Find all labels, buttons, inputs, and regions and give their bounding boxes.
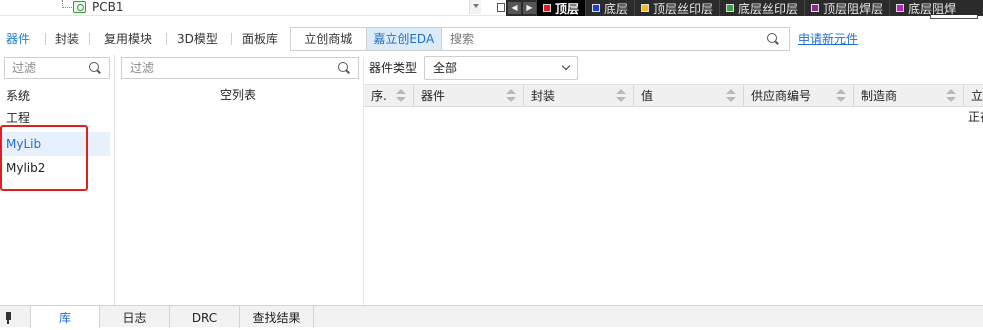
column-header-supplier-part[interactable]: 供应商编号 xyxy=(744,85,854,107)
tab-find-results[interactable]: 查找结果 xyxy=(240,306,314,328)
source-jlc-eda[interactable]: 嘉立创EDA xyxy=(365,28,441,50)
empty-list-text: 空列表 xyxy=(220,88,257,102)
sort-icon[interactable] xyxy=(836,89,846,103)
column-header-manufacturer[interactable]: 制造商 xyxy=(854,85,964,107)
sidebar-item-mylib2[interactable]: Mylib2 xyxy=(0,156,110,180)
column-label: 封装 xyxy=(531,89,556,103)
sidebar-filter xyxy=(4,57,110,79)
tab-3d-models[interactable]: 3D模型 xyxy=(171,27,224,51)
apply-new-component-link[interactable]: 申请新元件 xyxy=(798,27,858,51)
pcb-icon xyxy=(73,1,86,13)
layer-label: 顶层 xyxy=(555,1,580,16)
tab-drc[interactable]: DRC xyxy=(170,306,240,328)
column-header-truncated[interactable]: 立 xyxy=(964,85,983,107)
window-box-icon xyxy=(497,3,505,12)
layer-color-swatch xyxy=(896,4,905,12)
column-label: 器件 xyxy=(421,89,446,103)
tab-panel-library[interactable]: 面板库 xyxy=(236,27,284,51)
layer-bottom-soldermask[interactable]: 底层阻焊 xyxy=(889,0,962,16)
column-label: 供应商编号 xyxy=(751,89,812,103)
tree-node-pcb1[interactable]: PCB1 xyxy=(92,0,123,14)
search-icon[interactable] xyxy=(767,33,779,45)
source-toggle: 立创商城 嘉立创EDA xyxy=(290,27,442,51)
column-header-value[interactable]: 值 xyxy=(634,85,744,107)
layer-next-button[interactable]: ▶ xyxy=(523,2,536,14)
layer-prev-button[interactable]: ◀ xyxy=(508,2,521,14)
component-search xyxy=(442,27,790,51)
layer-bottom-silk[interactable]: 底层丝印层 xyxy=(719,0,804,16)
column-label: 序. xyxy=(371,89,387,103)
layer-color-swatch xyxy=(592,4,601,12)
component-type-select[interactable]: 全部 xyxy=(424,56,578,80)
sort-icon[interactable] xyxy=(506,89,516,103)
layer-top-soldermask[interactable]: 顶层阻焊层 xyxy=(804,0,889,16)
tab-log[interactable]: 日志 xyxy=(100,306,170,328)
pin-icon[interactable] xyxy=(6,312,11,324)
tab-library[interactable]: 库 xyxy=(30,306,100,328)
library-tab-row: 器件 封装 复用模块 3D模型 面板库 立创商城 嘉立创EDA 申请新元件 xyxy=(0,27,983,51)
layer-top-silk[interactable]: 顶层丝印层 xyxy=(634,0,719,16)
tab-divider xyxy=(231,33,232,45)
search-icon[interactable] xyxy=(89,62,101,74)
layer-color-swatch xyxy=(811,4,820,12)
column-header-index[interactable]: 序. xyxy=(364,85,414,107)
tab-divider xyxy=(166,33,167,45)
category-filter xyxy=(121,57,359,79)
bottom-panel-tabs: 库 日志 DRC 查找结果 xyxy=(0,305,983,328)
tab-footprints[interactable]: 封装 xyxy=(49,27,85,51)
layer-toolbar-edge xyxy=(930,15,978,19)
tree-scroll-down-button[interactable] xyxy=(469,0,481,14)
layer-label: 顶层丝印层 xyxy=(653,1,714,16)
tab-reuse-blocks[interactable]: 复用模块 xyxy=(98,27,158,51)
library-sidebar: 系统 工程 MyLib Mylib2 xyxy=(0,55,115,305)
tab-components[interactable]: 器件 xyxy=(0,27,36,51)
sort-icon[interactable] xyxy=(616,89,626,103)
column-header-component[interactable]: 器件 xyxy=(414,85,524,107)
sidebar-item-system[interactable]: 系统 xyxy=(0,84,110,108)
loading-text: 正在 xyxy=(968,110,983,124)
sidebar-filter-input[interactable] xyxy=(5,58,85,78)
sidebar-item-mylib[interactable]: MyLib xyxy=(0,132,110,156)
sidebar-item-project[interactable]: 工程 xyxy=(0,106,110,130)
layer-color-swatch xyxy=(726,4,735,12)
column-label: 制造商 xyxy=(861,89,898,103)
column-header-footprint[interactable]: 封装 xyxy=(524,85,634,107)
layer-toolbar: ◀ ▶ 顶层 底层 顶层丝印层 底层丝印层 顶层阻焊层 底层阻焊 xyxy=(506,0,983,16)
source-lcsc-mall[interactable]: 立创商城 xyxy=(291,28,366,50)
layer-label: 底层丝印层 xyxy=(738,1,799,16)
component-type-label: 器件类型 xyxy=(369,61,418,75)
tree-connector xyxy=(62,7,72,8)
chevron-down-icon xyxy=(561,61,571,71)
tab-divider xyxy=(89,33,90,45)
column-label: 立 xyxy=(971,89,983,103)
component-type-value: 全部 xyxy=(433,61,458,75)
sort-icon[interactable] xyxy=(396,89,406,103)
sort-icon[interactable] xyxy=(946,89,956,103)
layer-label: 顶层阻焊层 xyxy=(823,1,884,16)
search-icon[interactable] xyxy=(338,62,350,74)
sort-icon[interactable] xyxy=(726,89,736,103)
layer-color-swatch xyxy=(543,4,551,12)
category-filter-input[interactable] xyxy=(122,58,322,78)
layer-color-swatch xyxy=(641,4,650,12)
column-label: 值 xyxy=(641,89,654,103)
layer-bottom[interactable]: 底层 xyxy=(585,0,634,16)
layer-top[interactable]: 顶层 xyxy=(536,0,586,16)
tab-divider xyxy=(45,33,46,45)
layer-label: 底层 xyxy=(604,1,629,16)
results-table-header: 序. 器件 封装 值 供应商编号 制造商 立 xyxy=(364,84,983,107)
search-input[interactable] xyxy=(442,28,742,50)
